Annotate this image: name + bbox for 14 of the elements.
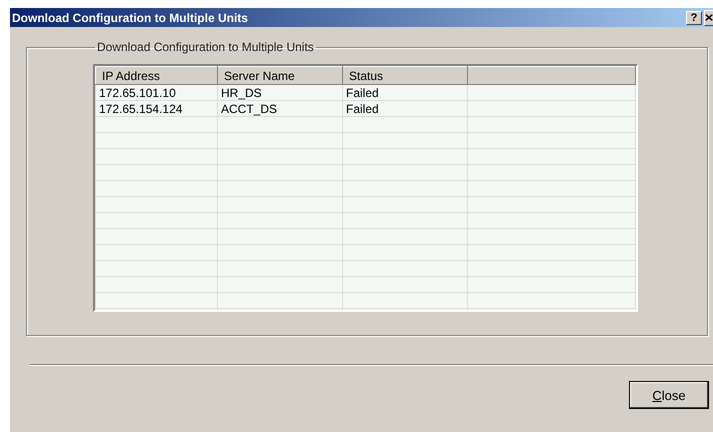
table-cell: 172.65.154.124 [96, 100, 218, 116]
table-cell: HR_DS [218, 84, 342, 100]
column-header[interactable]: Status [342, 66, 468, 84]
table-cell: Failed [342, 100, 468, 116]
table-cell: Failed [342, 84, 468, 100]
column-header[interactable]: Server Name [218, 66, 342, 84]
column-header[interactable]: IP Address [96, 66, 218, 84]
close-button[interactable]: Close [629, 381, 709, 409]
table-cell: ACCT_DS [218, 100, 342, 116]
close-icon[interactable] [704, 10, 713, 26]
group-label: Download Configuration to Multiple Units [96, 40, 315, 54]
table-cell: 172.65.101.10 [96, 84, 218, 100]
help-button[interactable]: ? [686, 10, 702, 24]
window-title: Download Configuration to Multiple Units [12, 10, 249, 24]
